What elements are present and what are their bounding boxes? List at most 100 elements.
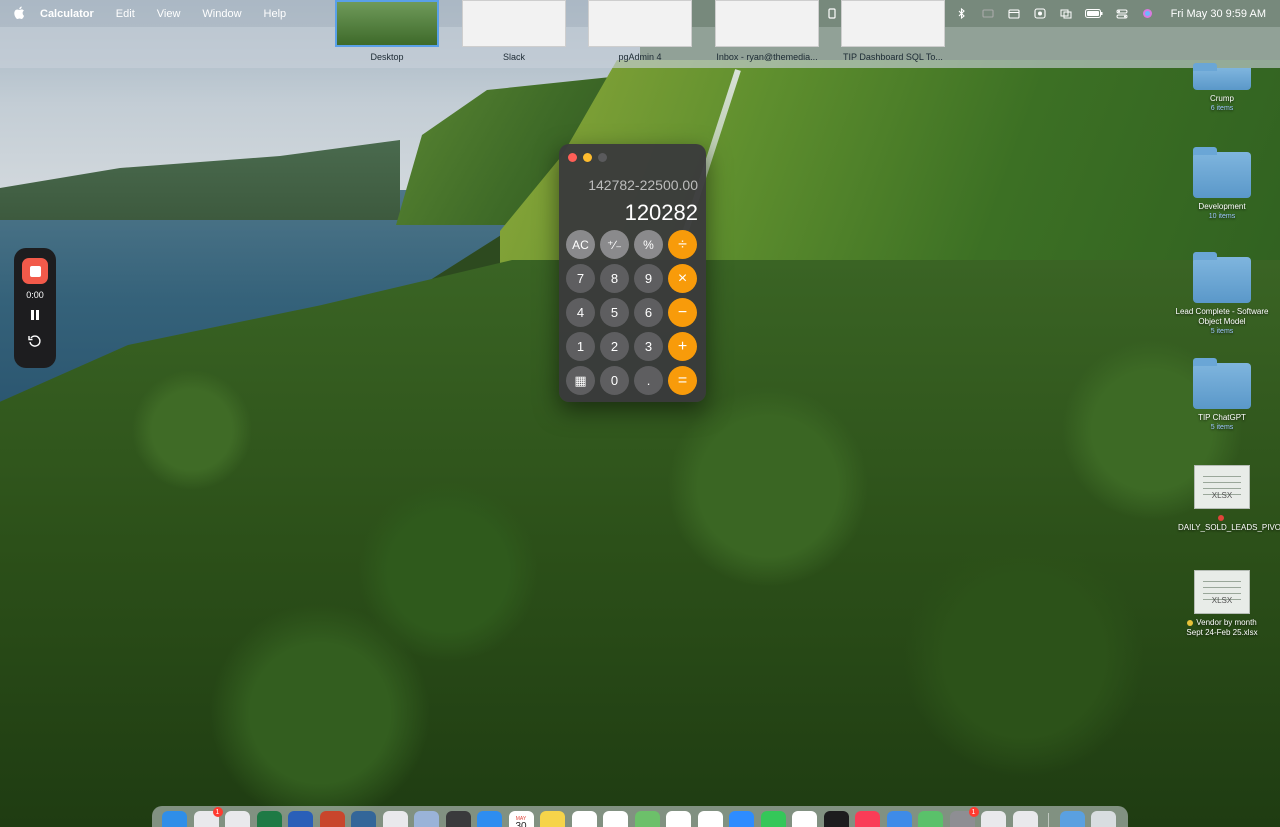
bluetooth-icon[interactable] [955, 8, 969, 19]
dock: 1 MAY 30 1 [152, 806, 1128, 827]
dock-zoom-icon[interactable] [729, 811, 754, 827]
calc-key[interactable]: . [634, 366, 663, 395]
calc-key[interactable]: 5 [600, 298, 629, 327]
dock-downloads-folder-icon[interactable] [1059, 811, 1085, 827]
file-name: DAILY_SOLD_LEADS_PIVOT_TikTok.xlsx [1178, 523, 1280, 532]
dock-chrome-icon[interactable] [225, 811, 250, 827]
recording-timer: 0:00 [26, 290, 44, 300]
space-thumbnail [335, 0, 439, 47]
desktop-folder-development[interactable]: Development 10 items [1172, 147, 1272, 221]
stop-recording-button[interactable] [22, 258, 48, 284]
dock-music-icon[interactable] [855, 811, 880, 827]
dock-preview-icon[interactable] [414, 811, 439, 827]
desktop-file-vendor-by-month[interactable]: XLSX Vendor by month Sept 24-Feb 25.xlsx [1172, 570, 1272, 638]
dock-photos-icon[interactable] [792, 811, 817, 827]
dock-chatgpt-icon[interactable] [603, 811, 628, 827]
dock-photos-booth-icon[interactable] [666, 811, 691, 827]
dock-apple-tv-icon[interactable] [823, 811, 849, 827]
dock-separator [1048, 813, 1049, 827]
file-extension: XLSX [1211, 491, 1233, 500]
menubar-clock[interactable]: Fri May 30 9:59 AM [1171, 8, 1266, 20]
siri-icon[interactable] [1141, 8, 1155, 19]
notification-badge: 1 [968, 807, 979, 817]
dock-trash-icon[interactable] [1091, 811, 1116, 827]
notification-badge: 1 [212, 807, 223, 817]
pause-recording-button[interactable] [30, 308, 40, 324]
calc-key[interactable]: × [668, 264, 697, 293]
desktop-item-name: DAILY_SOLD_LEADS_PIVOT_TikTok.xlsx [1172, 513, 1280, 533]
dock-calendar-icon[interactable]: MAY 30 [508, 811, 534, 827]
battery-icon[interactable] [1084, 8, 1103, 19]
space-desktop[interactable]: Desktop [335, 0, 439, 62]
calc-key[interactable]: 1 [566, 332, 595, 361]
calc-key[interactable]: 6 [634, 298, 663, 327]
space-inbox[interactable]: Inbox - ryan@themedia... [715, 0, 819, 62]
calc-key[interactable]: ÷ [668, 230, 697, 259]
dock-calculator-icon[interactable] [445, 811, 471, 827]
calculator-expression: 142782-22500.00 [588, 177, 698, 193]
minimize-button[interactable] [583, 153, 592, 162]
dock-maps-2-icon[interactable] [918, 811, 943, 827]
desktop-folder-tip-chatgpt[interactable]: TIP ChatGPT 5 items [1172, 358, 1272, 432]
gpu-icon[interactable] [825, 8, 839, 19]
space-label: Desktop [370, 52, 404, 62]
menu-help[interactable]: Help [264, 8, 287, 20]
calc-key[interactable]: − [668, 298, 697, 327]
dock-reminders-icon[interactable] [571, 811, 597, 827]
restart-recording-button[interactable] [28, 334, 42, 353]
zoom-button[interactable] [598, 153, 607, 162]
calc-key[interactable]: ▦ [566, 366, 595, 395]
dock-slack-icon[interactable]: 1 [193, 807, 223, 827]
menu-window[interactable]: Window [202, 8, 241, 20]
dock-pgadmin-icon[interactable] [351, 811, 376, 827]
space-slack[interactable]: Slack [462, 0, 566, 62]
menu-app-name[interactable]: Calculator [40, 8, 94, 20]
dock-clock-icon[interactable] [697, 811, 723, 827]
dock-powerpoint-icon[interactable] [319, 811, 345, 827]
calc-key[interactable]: 9 [634, 264, 663, 293]
dock-excel-icon[interactable] [256, 811, 282, 827]
dock-safari-icon[interactable] [477, 811, 502, 827]
dock-system-settings-icon[interactable]: 1 [949, 807, 979, 827]
calc-key[interactable]: 4 [566, 298, 595, 327]
calc-key[interactable]: 8 [600, 264, 629, 293]
space-tip-dashboard[interactable]: TIP Dashboard SQL To... [841, 0, 945, 62]
calc-key[interactable]: + [668, 332, 697, 361]
menu-view[interactable]: View [157, 8, 181, 20]
calc-key[interactable]: 2 [600, 332, 629, 361]
dock-finder-icon[interactable] [162, 811, 187, 827]
apple-menu-icon[interactable] [14, 6, 26, 22]
desktop-folder-crump[interactable]: Crump 6 items [1172, 63, 1272, 113]
desktop-file-daily-sold-leads[interactable]: XLSX DAILY_SOLD_LEADS_PIVOT_TikTok.xlsx [1172, 465, 1280, 533]
desktop-folder-lead-complete[interactable]: Lead Complete - Software Object Model 5 … [1172, 252, 1272, 336]
window-stack-icon[interactable] [1059, 8, 1073, 19]
desktop-item-name: Lead Complete - Software Object Model [1175, 307, 1269, 326]
calc-key[interactable]: 0 [600, 366, 629, 395]
calc-key[interactable]: = [668, 366, 697, 395]
space-thumbnail [841, 0, 945, 47]
dock-maps-icon[interactable] [634, 811, 660, 827]
dock-notes-icon[interactable] [540, 811, 565, 827]
space-pgadmin[interactable]: pgAdmin 4 [588, 0, 692, 62]
pause-icon [31, 310, 39, 320]
desktop-wallpaper [0, 0, 1280, 827]
dock-app-store-folder-icon[interactable] [886, 811, 912, 827]
calc-key[interactable]: 7 [566, 264, 595, 293]
calc-key[interactable]: AC [566, 230, 595, 259]
calc-key[interactable]: 3 [634, 332, 663, 361]
file-name: Vendor by month Sept 24-Feb 25.xlsx [1186, 618, 1258, 637]
control-center-icon[interactable] [1115, 8, 1129, 19]
display-icon[interactable] [981, 8, 995, 19]
camera-icon[interactable] [1033, 8, 1047, 19]
close-button[interactable] [568, 153, 577, 162]
calc-key[interactable]: ⁺∕₋ [600, 230, 629, 259]
dock-messages-icon[interactable] [760, 811, 786, 827]
calc-key[interactable]: % [634, 230, 663, 259]
menu-edit[interactable]: Edit [116, 8, 135, 20]
dock-textedit-icon[interactable] [382, 811, 408, 827]
calendar-status-icon[interactable] [1007, 8, 1021, 19]
folder-icon [1193, 147, 1251, 198]
dock-launchpad-icon[interactable] [981, 811, 1006, 827]
dock-windows-app-icon[interactable] [1012, 811, 1038, 827]
dock-word-icon[interactable] [288, 811, 313, 827]
